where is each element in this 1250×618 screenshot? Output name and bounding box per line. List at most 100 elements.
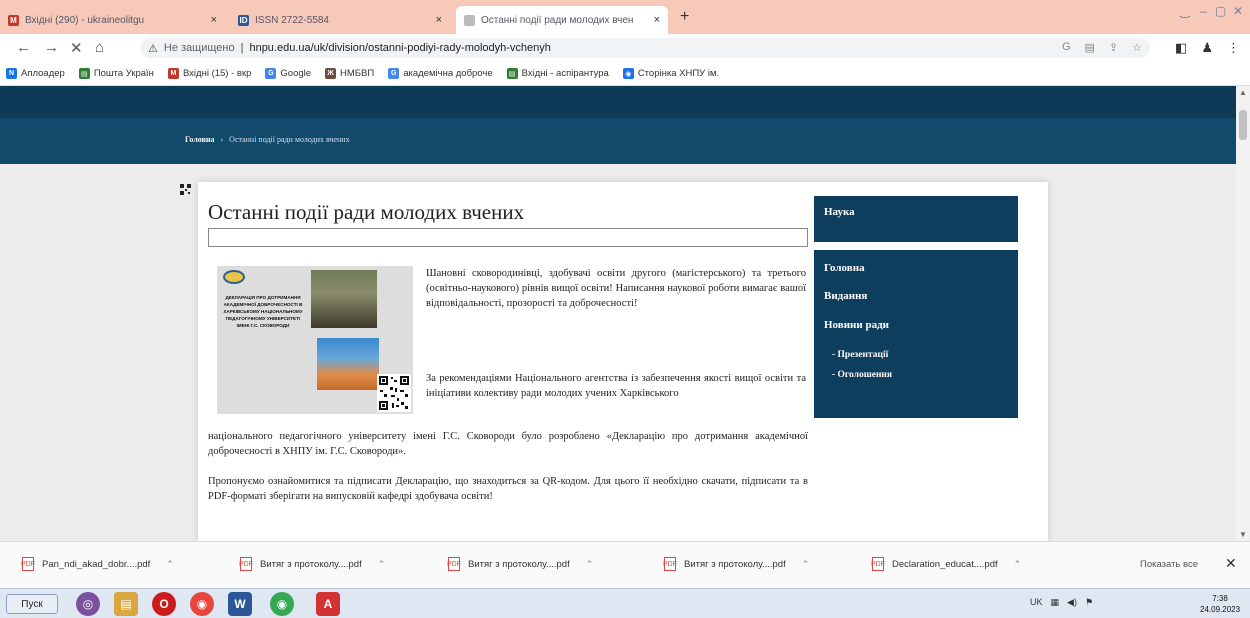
windows-taskbar: Пуск ◎ ▤ O ◉ W ◉ A UK ▦ ◀) ⚑ 7:38 24.09.… [0,588,1250,618]
paragraph-invitation: Пропонуємо ознайомитися та підписати Дек… [208,476,808,503]
browser-tab-strip: M Вхідні (290) - ukraineolitgu × ID ISSN… [0,0,1250,34]
share-icon[interactable]: ⇪ [1109,41,1118,54]
address-bar[interactable]: ⚠ Не защищено | hnpu.edu.ua/uk/division/… [140,38,1150,58]
download-item[interactable]: PDF Витяг з протоколу....pdf ⌃ [239,557,386,571]
translate-icon[interactable]: ▤ [1085,41,1095,54]
page-scrollbar[interactable]: ▲ ▼ [1236,86,1250,541]
bookmark-item[interactable]: ▤ Вхідні - аспірантура [506,68,609,79]
start-button[interactable]: Пуск [6,594,58,614]
declaration-poster-image[interactable]: ДЕКЛАРАЦІЯ ПРО ДОТРИМАННЯ АКАДЕМІЧНОЇ ДО… [217,266,413,414]
download-item[interactable]: PDF Declaration_educat....pdf ⌃ [871,557,1022,571]
handshake-photo [317,338,379,390]
gmail-icon: M [8,14,19,26]
show-all-downloads-link[interactable]: Показать все [1140,559,1198,570]
scrollbar-thumb[interactable] [1239,110,1247,140]
volume-icon[interactable]: ◀) [1067,597,1077,608]
google-lens-icon[interactable]: G [1062,41,1071,54]
bookmark-item[interactable]: M Вхідні (15) - вкр [167,68,251,79]
university-logo [223,270,245,284]
page-title: Останні події ради молодих вчених [208,200,525,224]
sidebar-item-home[interactable]: Головна [824,262,865,274]
profile-icon[interactable]: ♟ [1201,40,1213,56]
bookmark-icon: Ж [325,68,337,79]
tab-gmail[interactable]: M Вхідні (290) - ukraineolitgu × [0,6,225,34]
breadcrumb-home-link[interactable]: Головна [185,135,215,144]
sidebar-subitem-announcements[interactable]: - Оголошення [832,370,892,380]
maximize-button[interactable]: ▢ [1215,4,1226,18]
title-underline-box [208,228,808,247]
sidebar-subitem-presentations[interactable]: - Презентації [832,350,888,360]
bookmark-icon: ▤ [78,68,90,79]
chrome-active-icon[interactable]: ◉ [270,592,294,616]
new-tab-button[interactable]: + [680,8,689,26]
sidebar-item-council-news[interactable]: Новини ради [824,319,889,331]
sidebar-nav: Головна Видання Новини ради - Презентаці… [814,250,1018,418]
close-downloads-icon[interactable]: ✕ [1225,555,1237,572]
url-text[interactable]: hnpu.edu.ua/uk/division/ostanni-podiyi-r… [249,42,550,54]
word-icon[interactable]: W [228,592,252,616]
system-clock[interactable]: 7:38 24.09.2023 [1200,593,1240,615]
pdf-file-icon: PDF [871,557,885,571]
bookmark-item[interactable]: N Аплоадер [6,68,65,79]
chevron-up-icon[interactable]: ⌃ [802,559,810,570]
home-button[interactable]: ⌂ [95,39,104,56]
download-item[interactable]: PDF Витяг з протоколу....pdf ⌃ [663,557,810,571]
bookmark-item[interactable]: Gакадемічна доброче [388,68,493,79]
bookmark-item[interactable]: Ж НМБВП [325,68,374,79]
download-item[interactable]: PDF Витяг з протоколу....pdf ⌃ [447,557,594,571]
chevron-up-icon[interactable]: ⌃ [166,559,174,570]
flag-icon[interactable]: ⚑ [1085,597,1093,608]
bookmark-icon: ◉ [622,68,634,79]
chrome-icon[interactable]: ◉ [190,592,214,616]
chevron-up-icon[interactable]: ⌃ [1014,559,1022,570]
bookmark-star-icon[interactable]: ☆ [1132,41,1142,54]
network-icon[interactable]: ▦ [1051,597,1060,608]
sidebar-item-publications[interactable]: Видання [824,290,867,302]
poster-text: ДЕКЛАРАЦІЯ ПРО ДОТРИМАННЯ АКАДЕМІЧНОЇ ДО… [223,295,303,328]
back-button[interactable]: ← [16,39,31,56]
bookmark-item[interactable]: G Google [265,68,311,79]
download-item[interactable]: PDF Pan_ndi_akad_dobr....pdf ⌃ [21,557,174,571]
menu-icon[interactable]: ⋮ [1227,40,1240,56]
pdf-file-icon: PDF [447,557,461,571]
acrobat-icon[interactable]: A [316,592,340,616]
close-window-button[interactable]: ✕ [1233,4,1243,18]
clock-date: 24.09.2023 [1200,605,1241,614]
opera-icon[interactable]: O [152,592,176,616]
statue-photo [311,270,377,328]
breadcrumb-separator: › [220,135,224,144]
viber-icon[interactable]: ◎ [76,592,100,616]
forward-button[interactable]: → [44,39,59,56]
tab-close-icon[interactable]: × [436,14,442,26]
tab-close-icon[interactable]: × [211,14,217,26]
bookmark-item[interactable]: ◉ Сторінка ХНПУ ім. [622,68,719,79]
sidebar-science-title[interactable]: Наука [824,206,855,218]
chevron-up-icon[interactable]: ⌃ [586,559,594,570]
paragraph-intro: Шановні сковородинівці, здобувачі освіти… [426,268,806,310]
omnibox-icons: G ▤ ⇪ ☆ [1062,41,1142,54]
scroll-up-icon[interactable]: ▲ [1239,88,1247,97]
pdf-file-icon: PDF [663,557,677,571]
bookmark-item[interactable]: ▤ Пошта Україн [78,68,154,79]
tab-close-icon[interactable]: × [654,14,660,26]
file-explorer-icon[interactable]: ▤ [114,592,138,616]
breadcrumb-current: Останні події ради молодих вчених [229,135,350,144]
stop-button[interactable]: ✕ [70,39,83,57]
scroll-down-icon[interactable]: ▼ [1239,530,1247,539]
paragraph-recommendation: За рекомендаціями Національного агентств… [426,373,806,399]
portal-icon: ID [238,14,249,26]
warning-icon: ⚠ [148,42,158,55]
qr-mini-icon [180,184,191,195]
tab-active-page[interactable]: Останні події ради молодих вчен × [456,6,668,34]
toolbar-right: ◧ ♟ ⋮ [1175,40,1240,56]
downloads-bar: PDF Pan_ndi_akad_dobr....pdf ⌃ PDF Витяг… [0,541,1250,588]
pdf-file-icon: PDF [21,557,35,571]
sidepanel-icon[interactable]: ◧ [1175,40,1187,56]
minimize-button[interactable]: – [1200,4,1207,18]
tab-search-icon[interactable]: ‿ [1180,4,1190,18]
qr-code[interactable] [377,374,411,412]
bookmark-icon: N [6,68,17,79]
tab-issn[interactable]: ID ISSN 2722-5584 × [230,6,450,34]
chevron-up-icon[interactable]: ⌃ [378,559,386,570]
language-indicator[interactable]: UK [1030,597,1043,608]
